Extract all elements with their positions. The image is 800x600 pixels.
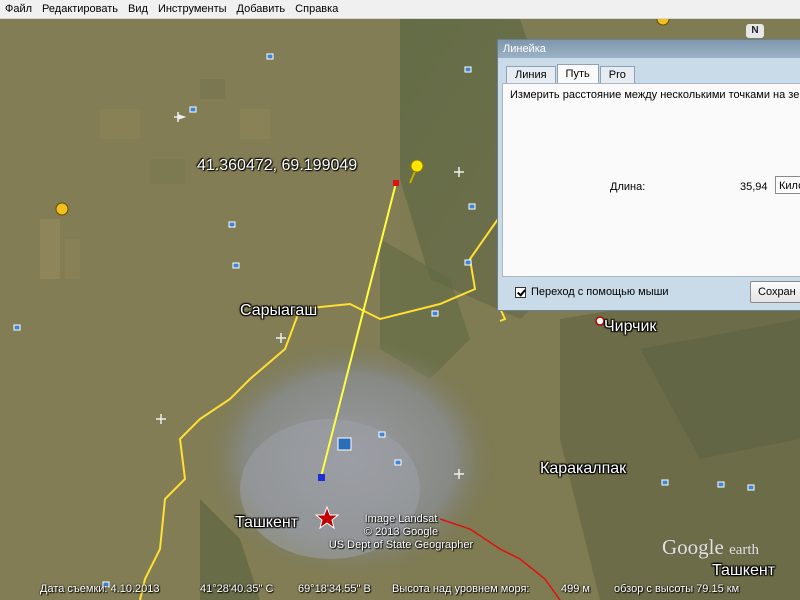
tab-line[interactable]: Линия xyxy=(506,66,556,84)
coordinate-readout: 41.360472, 69.199049 xyxy=(197,157,358,174)
save-button[interactable]: Сохран xyxy=(750,281,800,303)
attribution-line-1: Image Landsat xyxy=(364,513,438,525)
checkbox-checked-icon[interactable] xyxy=(515,286,526,298)
ruler-description: Измерить расстояние между несколькими то… xyxy=(510,89,800,101)
attribution-line-3: US Dept of State Geographer xyxy=(328,539,474,551)
menu-edit[interactable]: Редактировать xyxy=(37,0,123,18)
menu-help[interactable]: Справка xyxy=(290,0,343,18)
city-marker-chirchik xyxy=(595,316,605,326)
imagery-date: Дата съемки: 4.10.2013 xyxy=(40,583,160,595)
city-label-karakalpak: Каракалпак xyxy=(540,460,627,477)
city-label-tashkent-edge: Ташкент xyxy=(712,562,776,579)
ruler-tabs: Линия Путь Pro xyxy=(506,64,636,84)
longitude-readout: 69°18'34.55" В xyxy=(298,583,371,595)
mouse-navigation-label: Переход с помощью мыши xyxy=(531,286,669,298)
menu-view[interactable]: Вид xyxy=(123,0,153,18)
length-label: Длина: xyxy=(610,181,646,193)
tab-pro[interactable]: Pro xyxy=(599,66,635,84)
elevation-value: 499 м xyxy=(561,583,590,595)
menu-tools[interactable]: Инструменты xyxy=(153,0,232,18)
logo-suffix: earth xyxy=(729,542,760,558)
ruler-dialog: Линейка Линия Путь Pro Измерить расстоян… xyxy=(497,39,800,311)
imagery-attribution: Image Landsat © 2013 Google US Dept of S… xyxy=(315,513,487,552)
length-value: 35,94 xyxy=(740,181,768,193)
eye-altitude: обзор с высоты 79.15 км xyxy=(614,583,740,595)
elevation-label: Высота над уровнем моря: xyxy=(392,583,530,595)
ruler-tab-content: Измерить расстояние между несколькими то… xyxy=(502,83,800,277)
menu-bar: Файл Редактировать Вид Инструменты Добав… xyxy=(0,0,800,19)
city-label-saryagash: Сарыагаш xyxy=(240,302,318,319)
menu-add[interactable]: Добавить xyxy=(232,0,291,18)
length-unit-select[interactable]: Кило xyxy=(775,176,800,194)
mouse-navigation-checkbox[interactable]: Переход с помощью мыши xyxy=(515,286,669,298)
city-label-tashkent: Ташкент xyxy=(235,514,299,531)
menu-file[interactable]: Файл xyxy=(0,0,37,18)
latitude-readout: 41°28'40.35" С xyxy=(200,583,274,595)
mosque-icon xyxy=(55,202,69,216)
logo-word: Google xyxy=(662,535,724,559)
attribution-line-2: © 2013 Google xyxy=(363,526,439,538)
city-label-chirchik: Чирчик xyxy=(604,318,657,335)
panorama-marker-icon xyxy=(337,437,352,451)
google-earth-logo: Google earth xyxy=(662,535,759,560)
tab-path[interactable]: Путь xyxy=(556,64,599,84)
ruler-title-bar[interactable]: Линейка xyxy=(498,40,800,58)
status-bar: Дата съемки: 4.10.2013 41°28'40.35" С 69… xyxy=(0,582,800,598)
compass-north-icon[interactable]: N xyxy=(746,24,764,38)
